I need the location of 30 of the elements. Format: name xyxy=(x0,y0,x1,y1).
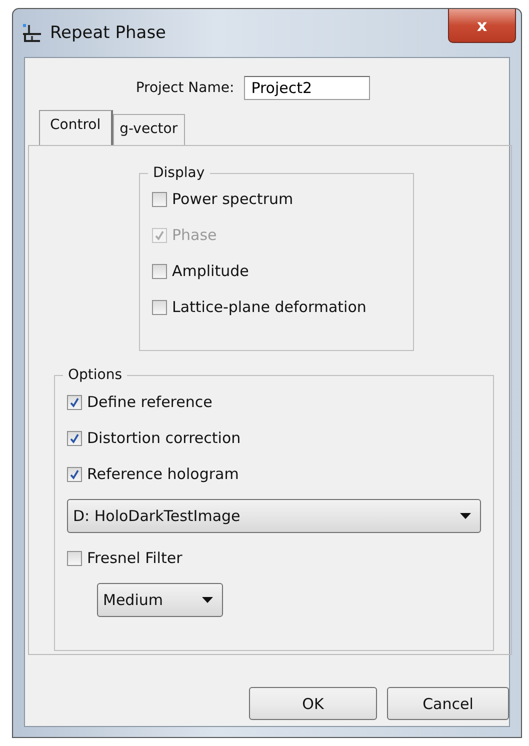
checkbox-label: Amplitude xyxy=(172,262,249,280)
dropdown[interactable]: Medium xyxy=(97,583,223,617)
close-button[interactable]: x xyxy=(448,9,516,43)
dropdown[interactable]: D: HoloDarkTestImage xyxy=(67,499,481,533)
tab[interactable]: g-vector xyxy=(112,114,185,145)
project-name-field[interactable]: Project2 xyxy=(244,76,370,100)
checkbox-label: Power spectrum xyxy=(172,190,294,208)
group-title: Options xyxy=(63,366,128,384)
checkbox-label: Fresnel Filter xyxy=(87,549,182,567)
checkbox[interactable] xyxy=(152,300,167,314)
checkbox[interactable] xyxy=(67,394,82,410)
checkbox-label: Define reference xyxy=(87,393,212,411)
tab[interactable]: Control xyxy=(39,110,113,145)
checkbox[interactable] xyxy=(67,550,82,566)
window-title: Repeat Phase xyxy=(50,23,166,43)
app-icon xyxy=(22,23,42,43)
group-title: Display xyxy=(148,164,210,182)
checkbox-label: Phase xyxy=(172,226,217,244)
field-label: Project Name: xyxy=(136,80,234,96)
ok-button[interactable]: OK xyxy=(249,687,377,720)
cancel-button[interactable]: Cancel xyxy=(387,687,509,720)
checkbox[interactable] xyxy=(67,430,82,446)
checkbox-label: Distortion correction xyxy=(87,429,241,447)
checkbox[interactable] xyxy=(152,264,167,278)
checkbox-label: Lattice-plane deformation xyxy=(172,298,366,316)
checkbox-label: Reference hologram xyxy=(87,465,239,483)
caret-icon xyxy=(202,597,213,603)
checkbox[interactable] xyxy=(67,466,82,482)
checkbox[interactable] xyxy=(152,192,167,206)
caret-icon xyxy=(460,513,471,519)
